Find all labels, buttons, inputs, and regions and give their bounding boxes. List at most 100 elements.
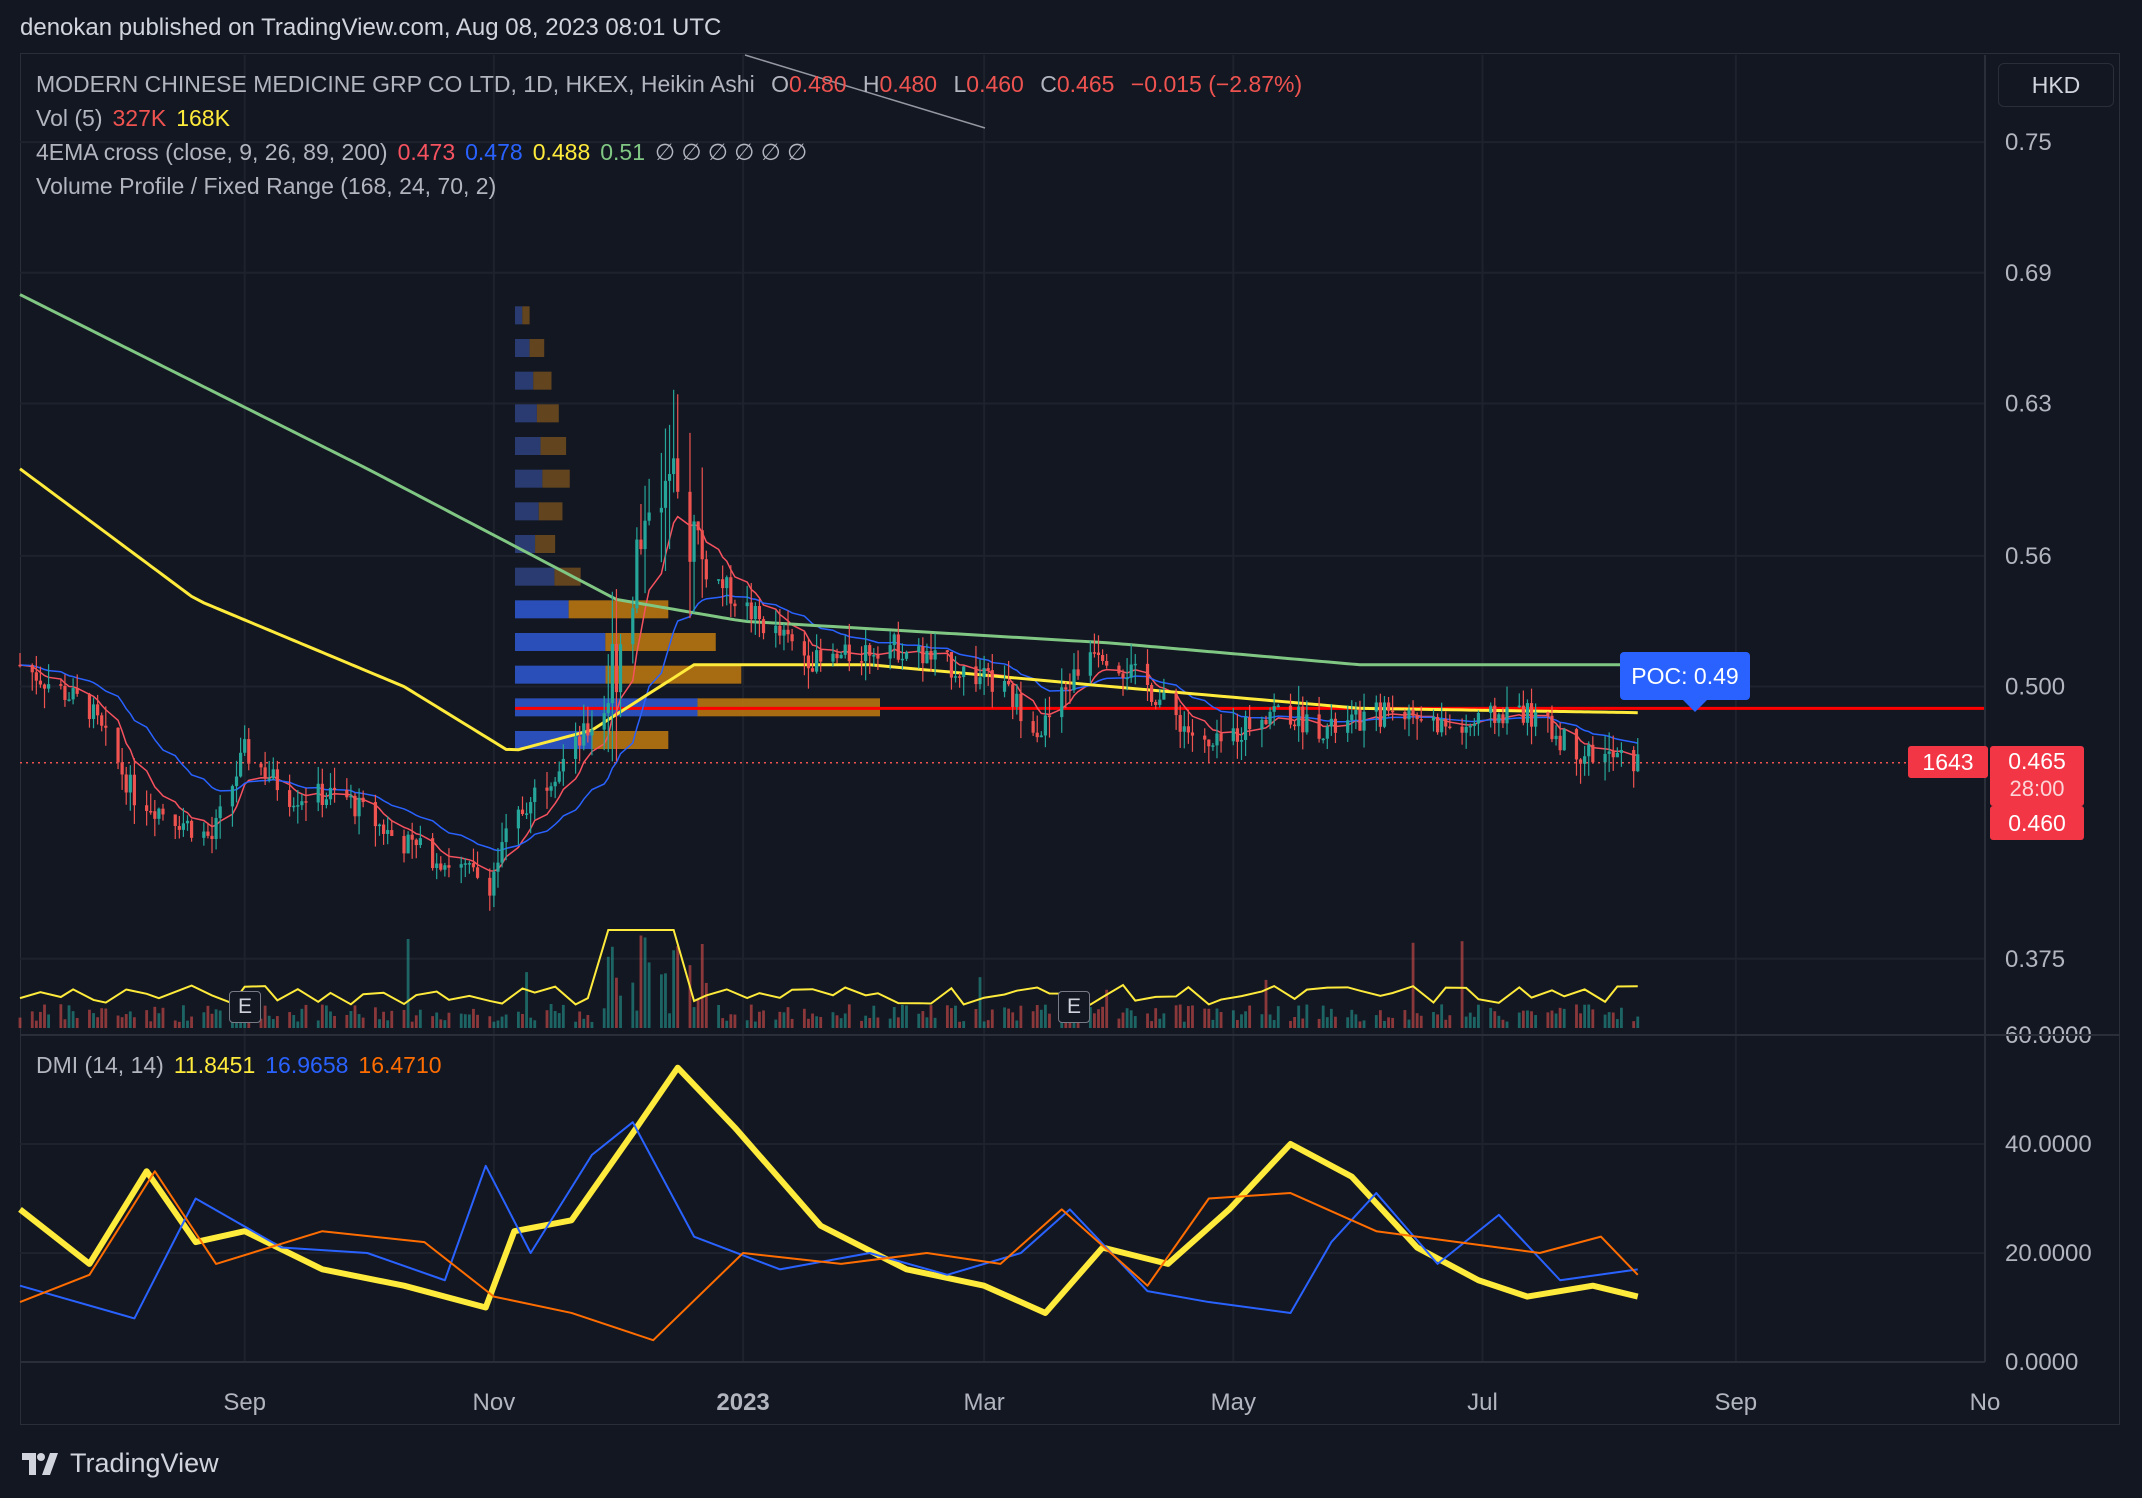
poc-pointer bbox=[1683, 700, 1707, 712]
volume-bar bbox=[688, 965, 692, 1028]
candle-body bbox=[725, 577, 729, 589]
volume-bar bbox=[267, 1015, 271, 1028]
candle-body bbox=[210, 835, 214, 840]
candle-body bbox=[618, 644, 623, 693]
candle-body bbox=[868, 645, 872, 656]
candle-body bbox=[1354, 709, 1358, 715]
x-tick-label: Sep bbox=[223, 1389, 266, 1416]
volume-bar bbox=[610, 946, 614, 1028]
candle-body bbox=[361, 797, 365, 803]
ema-200-line bbox=[19, 293, 1638, 667]
candle-body bbox=[100, 715, 104, 726]
candle-body bbox=[91, 704, 96, 720]
vol-label: Vol (5) bbox=[36, 105, 103, 131]
profile-row-up bbox=[515, 567, 555, 586]
x-tick-label: May bbox=[1211, 1389, 1256, 1416]
candle-body bbox=[75, 688, 79, 694]
candle-body bbox=[561, 758, 565, 772]
volume-bar bbox=[1497, 1015, 1501, 1028]
candle-body bbox=[18, 664, 22, 667]
volume-bar bbox=[647, 962, 651, 1028]
candle-body bbox=[688, 491, 692, 562]
footer-brand[interactable]: TradingView bbox=[20, 1448, 219, 1479]
ema-value-1: 0.473 bbox=[397, 139, 456, 165]
volume-bar bbox=[504, 1014, 508, 1028]
candle-body bbox=[933, 650, 937, 660]
volume-bar bbox=[128, 1011, 132, 1028]
y-tick-label: 0.75 bbox=[2005, 129, 2052, 156]
earnings-marker[interactable]: E bbox=[1058, 991, 1090, 1023]
candle-body bbox=[1011, 684, 1015, 707]
volume-bar bbox=[472, 1008, 475, 1028]
volume-bar bbox=[1325, 1017, 1329, 1028]
candle-body bbox=[1064, 687, 1068, 690]
candle-body bbox=[516, 809, 520, 829]
y-tick-label: 0.69 bbox=[2005, 260, 2052, 287]
dmi-value-2: 16.9658 bbox=[265, 1052, 349, 1078]
volume-bar bbox=[1211, 1019, 1215, 1028]
candle-body bbox=[573, 736, 578, 759]
volume-bar bbox=[619, 995, 622, 1028]
volume-bar bbox=[390, 1010, 394, 1028]
candle-body bbox=[696, 521, 700, 531]
candle-body bbox=[1505, 707, 1509, 724]
candle-body bbox=[488, 877, 492, 896]
volume-bar bbox=[39, 1011, 42, 1028]
volume-bar bbox=[1035, 1005, 1039, 1028]
candle-body bbox=[692, 521, 696, 562]
price-chart[interactable]: Sep Nov 2023 Mar May Jul Sep No 0.75 0.69 0.63 0.56… bbox=[0, 0, 2142, 1498]
candle-body bbox=[1276, 705, 1280, 708]
candle-body bbox=[578, 736, 582, 746]
volume-bar bbox=[1415, 1013, 1419, 1028]
profile-row-down bbox=[535, 535, 556, 553]
candle-body bbox=[467, 863, 471, 865]
change-value: −0.015 (−2.87%) bbox=[1130, 71, 1303, 97]
volume-bar bbox=[120, 1017, 124, 1028]
candle-body bbox=[1611, 751, 1615, 758]
volume-bar bbox=[1121, 1012, 1125, 1028]
volume-bar bbox=[782, 1012, 786, 1028]
candle-body bbox=[1444, 719, 1448, 727]
currency-button[interactable]: HKD bbox=[1998, 63, 2114, 107]
volume-bar bbox=[1150, 1021, 1154, 1028]
candle-body bbox=[177, 825, 181, 830]
volume-bar bbox=[1562, 1008, 1566, 1028]
candle-body bbox=[1386, 702, 1391, 711]
volume-bar bbox=[1154, 1008, 1158, 1028]
volume-bar bbox=[496, 1020, 500, 1028]
volume-bar bbox=[819, 1016, 823, 1028]
candle-body bbox=[888, 645, 892, 659]
candle-body bbox=[745, 602, 749, 607]
volume-bar bbox=[1468, 1012, 1472, 1028]
candle-body bbox=[1554, 735, 1558, 740]
volume-bar bbox=[349, 1011, 353, 1028]
candle-body bbox=[288, 790, 292, 807]
volume-bar bbox=[1432, 1011, 1435, 1028]
volume-bar bbox=[1097, 1009, 1100, 1028]
volume-bar bbox=[1550, 1010, 1554, 1028]
volume-bar bbox=[100, 1008, 104, 1028]
candle-body bbox=[1591, 744, 1595, 763]
candle-body bbox=[786, 629, 790, 635]
volume-bar bbox=[831, 1012, 835, 1028]
candle-body bbox=[1472, 723, 1476, 726]
volume-bar bbox=[1125, 1008, 1129, 1028]
ema-legend: 4EMA cross (close, 9, 26, 89, 200) 0.473 0… bbox=[36, 139, 817, 166]
candle-body bbox=[847, 644, 851, 662]
candle-body bbox=[300, 801, 304, 806]
earnings-marker[interactable]: E bbox=[229, 991, 261, 1023]
volume-bar bbox=[762, 1010, 765, 1028]
candle-body bbox=[1550, 715, 1554, 740]
candle-body bbox=[1558, 735, 1562, 751]
volume-bar bbox=[292, 1014, 296, 1028]
candle-body bbox=[1088, 652, 1092, 676]
candle-body bbox=[173, 814, 177, 826]
volume-bar bbox=[733, 1014, 737, 1028]
candle-body bbox=[635, 539, 639, 609]
axes: Sep Nov 2023 Mar May Jul Sep No 0.75 0.69 0.63 0.56… bbox=[20, 54, 2120, 1416]
candle-body bbox=[557, 771, 561, 782]
candle-body bbox=[34, 672, 38, 681]
candle-body bbox=[1248, 717, 1252, 730]
candle-body bbox=[104, 725, 108, 728]
volume-bar bbox=[778, 1011, 782, 1028]
